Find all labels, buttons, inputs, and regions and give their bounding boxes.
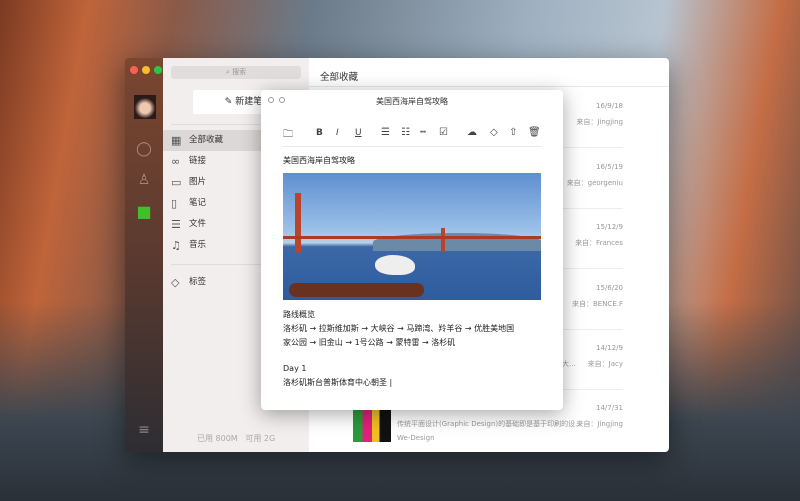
storage-usage: 已用 800M 可用 2G	[197, 434, 276, 443]
image-icon: ▭	[171, 176, 182, 189]
note-window-title: 美国西海岸自驾攻略	[376, 97, 448, 106]
underline-button[interactable]: U	[355, 128, 362, 138]
folder-icon[interactable]: 🗀	[283, 127, 293, 144]
route-title: 路线概览	[283, 310, 315, 319]
note-content[interactable]: 路线概览 洛杉矶 → 拉斯维加斯 → 大峡谷 → 马蹄湾、羚羊谷 → 优胜美地国…	[283, 308, 514, 390]
route-line: 洛杉矶 → 拉斯维加斯 → 大峡谷 → 马蹄湾、羚羊谷 → 优胜美地国	[283, 324, 515, 333]
item-snippet: 大...	[562, 360, 576, 368]
tag-icon[interactable]: ◇	[490, 127, 498, 138]
search-placeholder: 搜索	[232, 68, 247, 76]
item-date: 14/7/31	[596, 404, 623, 412]
divider-icon[interactable]: ┅	[420, 127, 426, 138]
note-editor-window: 美国西海岸自驾攻略 🗀 B I U ☰ ☷ ┅ ☑ ☁ ◇ ⇧ 🗑 美国西海岸自…	[261, 90, 563, 410]
search-input[interactable]: ⌕ 搜索	[171, 66, 301, 79]
item-snippet: 传统平面设计(Graphic Design)的基础即是基于印刷的设...	[397, 420, 582, 428]
item-date: 16/9/18	[596, 102, 623, 110]
item-date: 16/5/19	[596, 163, 623, 171]
note-icon: ▯	[171, 197, 178, 210]
list-title: 全部收藏	[320, 72, 359, 83]
day-heading: Day 1	[283, 364, 307, 373]
item-source: 来自：Frances	[575, 239, 623, 247]
grid-icon: ▦	[171, 134, 182, 147]
item-date: 15/6/20	[596, 284, 623, 292]
music-icon: ♫	[171, 239, 181, 252]
contacts-icon[interactable]: ♙	[136, 172, 152, 188]
tag-icon: ◇	[171, 276, 180, 289]
app-sidebar-dark: ◯ ♙ ■ ≡	[125, 58, 163, 452]
share-icon[interactable]: ⇧	[509, 127, 517, 138]
menu-icon[interactable]: ≡	[136, 422, 152, 438]
favorites-cube-icon[interactable]: ■	[136, 204, 152, 220]
sidebar-item-label: 链接	[189, 156, 207, 166]
item-source: 来自：Jacy	[587, 360, 623, 368]
cloud-upload-icon[interactable]: ☁	[467, 127, 477, 138]
day-text: 洛杉矶斯台普斯体育中心朝圣 |	[283, 378, 393, 387]
sidebar-item-label: 全部收藏	[189, 135, 224, 145]
sidebar-item-label: 文件	[189, 219, 207, 229]
sidebar-item-label: 音乐	[189, 240, 207, 250]
bullet-list-icon[interactable]: ☰	[381, 127, 390, 138]
note-heading: 美国西海岸自驾攻略	[283, 156, 355, 165]
item-source: 来自：BENCE.F	[571, 300, 623, 308]
item-source: 来自：Jingjing	[576, 420, 623, 428]
maximize-button[interactable]	[154, 66, 162, 74]
divider	[309, 86, 669, 87]
link-icon: ∞	[171, 155, 181, 168]
divider	[283, 146, 541, 147]
checkbox-icon[interactable]: ☑	[439, 127, 448, 138]
item-source: 来自：Jingjing	[576, 118, 623, 126]
sidebar-item-label: 图片	[189, 177, 207, 187]
file-icon: ☰	[171, 218, 181, 231]
chat-icon[interactable]: ◯	[136, 141, 152, 157]
item-thumbnail	[353, 408, 391, 442]
avatar[interactable]	[134, 95, 156, 119]
close-button[interactable]	[130, 66, 138, 74]
pen-icon: ✎	[224, 97, 233, 107]
item-date: 15/12/9	[596, 223, 623, 231]
bold-button[interactable]: B	[316, 128, 323, 138]
trash-icon[interactable]: 🗑	[528, 127, 541, 138]
item-date: 14/12/9	[596, 344, 623, 352]
sidebar-item-label: 标签	[189, 277, 207, 287]
numbered-list-icon[interactable]: ☷	[401, 127, 410, 138]
golden-gate-photo	[283, 173, 541, 300]
item-origin: We-Design	[397, 434, 435, 442]
route-line: 家公园 → 旧金山 → 1号公路 → 蒙特雷 → 洛杉矶	[283, 338, 456, 347]
sidebar-item-label: 笔记	[189, 198, 207, 208]
item-source: 来自：georgeniu	[566, 179, 623, 187]
italic-button[interactable]: I	[336, 128, 339, 138]
minimize-button[interactable]	[142, 66, 150, 74]
